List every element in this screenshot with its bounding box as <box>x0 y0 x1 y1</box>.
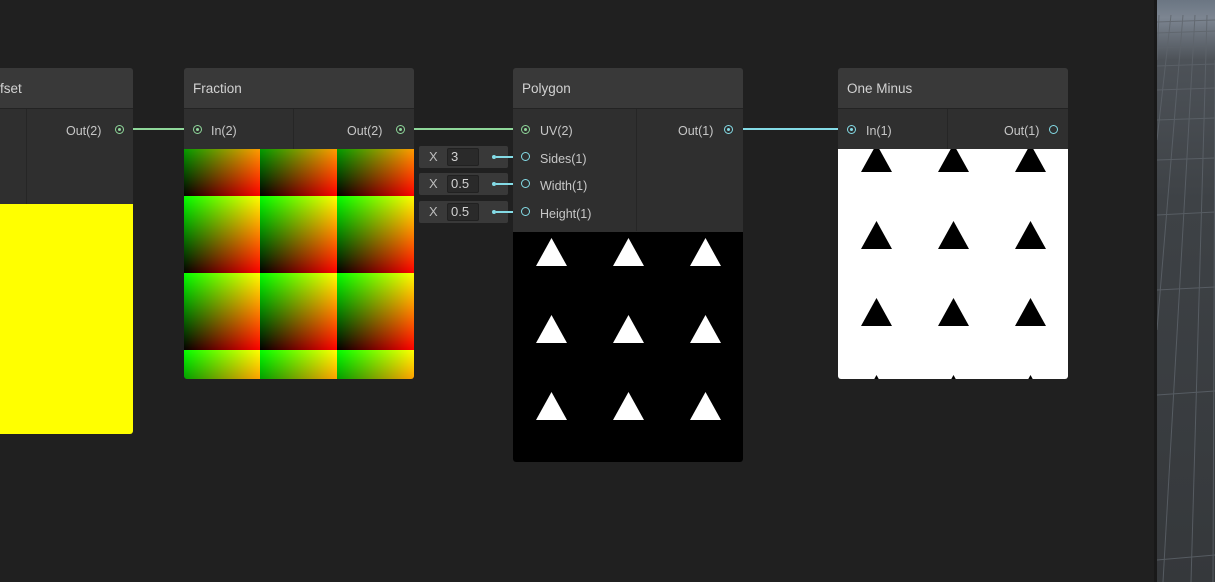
axis-label: X <box>429 176 438 191</box>
height-input-box[interactable]: X 0.5 <box>419 201 508 223</box>
port-label-out: Out(1) <box>1004 124 1040 138</box>
node-title: Fraction <box>193 81 242 96</box>
port-label-uv: UV(2) <box>540 124 573 138</box>
axis-label: X <box>429 204 438 219</box>
input-port-uv[interactable] <box>521 125 530 134</box>
preview-image <box>838 149 1068 379</box>
port-area: In(1) Out(1) <box>838 109 1068 149</box>
output-port-out[interactable] <box>396 125 405 134</box>
node-offset[interactable]: fset Out(2) <box>0 68 133 434</box>
port-label-height: Height(1) <box>540 207 592 221</box>
node-one-minus[interactable]: One Minus In(1) Out(1) <box>838 68 1068 379</box>
port-divider <box>636 109 637 231</box>
port-area: Out(2) <box>0 109 133 204</box>
sides-input-box[interactable]: X 3 <box>419 146 508 168</box>
node-fraction[interactable]: Fraction In(2) Out(2) <box>184 68 414 379</box>
input-port-height[interactable] <box>521 207 530 216</box>
edge-polygon-to-one-minus[interactable] <box>734 128 845 130</box>
preview-image <box>513 232 743 462</box>
port-label-out: Out(2) <box>347 124 383 138</box>
port-divider <box>26 109 27 204</box>
port-label-in: In(1) <box>866 124 892 138</box>
port-divider <box>947 109 948 149</box>
width-value-field[interactable]: 0.5 <box>447 175 479 193</box>
polygon-preview-triangles <box>513 232 743 462</box>
node-header[interactable]: Fraction <box>184 68 414 109</box>
preview-image <box>0 204 133 434</box>
node-title: One Minus <box>847 81 913 96</box>
fraction-preview-gradient <box>184 149 414 379</box>
input-port-width[interactable] <box>521 179 530 188</box>
port-label-out: Out(2) <box>66 124 102 138</box>
node-title: fset <box>0 81 22 96</box>
scene-grid <box>1157 14 1215 582</box>
node-header[interactable]: Polygon <box>513 68 743 109</box>
port-label-width: Width(1) <box>540 179 588 193</box>
output-port-out[interactable] <box>1049 125 1058 134</box>
edge-fraction-to-polygon[interactable] <box>405 128 520 130</box>
width-input-box[interactable]: X 0.5 <box>419 173 508 195</box>
scene-view-panel[interactable] <box>1157 0 1215 582</box>
port-label-in: In(2) <box>211 124 237 138</box>
sides-value-field[interactable]: 3 <box>447 148 479 166</box>
input-port-in[interactable] <box>847 125 856 134</box>
port-area: UV(2) Sides(1) Width(1) Height(1) Out(1) <box>513 109 743 231</box>
input-port-in[interactable] <box>193 125 202 134</box>
axis-label: X <box>429 149 438 164</box>
shader-graph-canvas[interactable]: fset Out(2) Fraction In(2) Out(2) X 3 X … <box>0 0 1215 582</box>
port-label-sides: Sides(1) <box>540 152 587 166</box>
node-title: Polygon <box>522 81 571 96</box>
node-header[interactable]: fset <box>0 68 133 109</box>
node-polygon[interactable]: Polygon UV(2) Sides(1) Width(1) Height(1… <box>513 68 743 462</box>
output-port-out[interactable] <box>115 125 124 134</box>
edge-offset-to-fraction[interactable] <box>124 128 190 130</box>
port-divider <box>293 109 294 149</box>
preview-image <box>184 149 414 379</box>
input-port-sides[interactable] <box>521 152 530 161</box>
one-minus-preview-triangles <box>838 149 1068 379</box>
output-port-out[interactable] <box>724 125 733 134</box>
node-header[interactable]: One Minus <box>838 68 1068 109</box>
height-value-field[interactable]: 0.5 <box>447 203 479 221</box>
port-area: In(2) Out(2) <box>184 109 414 149</box>
port-label-out: Out(1) <box>678 124 714 138</box>
